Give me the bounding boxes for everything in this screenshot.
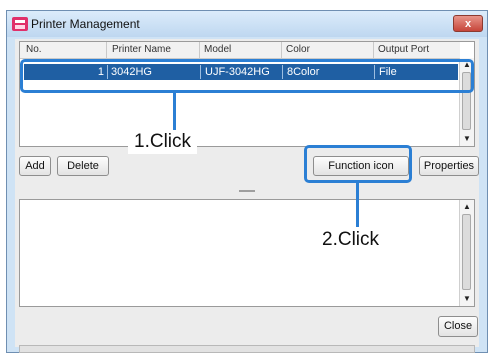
printer-table: No. Printer Name Model Color Output Port…	[19, 41, 475, 147]
column-header-model[interactable]: Model	[204, 44, 231, 55]
title-bar: Printer Management x	[7, 11, 487, 37]
callout-step1-label: 1.Click	[128, 130, 198, 154]
callout-line-step2	[356, 183, 359, 227]
column-header-no[interactable]: No.	[26, 44, 42, 55]
add-button[interactable]: Add	[19, 156, 51, 176]
printer-management-icon	[12, 17, 28, 31]
table-header: No. Printer Name Model Color Output Port	[20, 42, 460, 59]
scroll-down-arrow-icon[interactable]: ▼	[463, 294, 471, 303]
properties-button[interactable]: Properties	[419, 156, 479, 176]
window-title: Printer Management	[31, 17, 140, 31]
status-bar	[19, 345, 475, 353]
column-header-output-port[interactable]: Output Port	[378, 44, 429, 55]
function-icon-highlight-frame	[304, 145, 412, 183]
callout-step2-label: 2.Click	[316, 228, 386, 252]
details-scrollbar[interactable]: ▲ ▼	[459, 200, 474, 306]
scroll-down-arrow-icon[interactable]: ▼	[463, 134, 471, 143]
column-header-color[interactable]: Color	[286, 44, 310, 55]
callout-line-step1	[173, 93, 176, 130]
pane-splitter[interactable]	[19, 189, 475, 193]
column-divider	[373, 42, 374, 58]
column-divider	[106, 42, 107, 58]
close-icon[interactable]: x	[453, 15, 483, 32]
details-pane: ▲ ▼	[19, 199, 475, 307]
close-button[interactable]: Close	[438, 316, 478, 337]
column-divider	[281, 42, 282, 58]
splitter-grip[interactable]	[239, 190, 255, 192]
scrollbar-thumb[interactable]	[462, 214, 471, 290]
column-header-printer-name[interactable]: Printer Name	[112, 44, 171, 55]
scroll-up-arrow-icon[interactable]: ▲	[463, 202, 471, 211]
row-highlight-frame	[20, 59, 474, 93]
column-divider	[199, 42, 200, 58]
delete-button[interactable]: Delete	[57, 156, 109, 176]
